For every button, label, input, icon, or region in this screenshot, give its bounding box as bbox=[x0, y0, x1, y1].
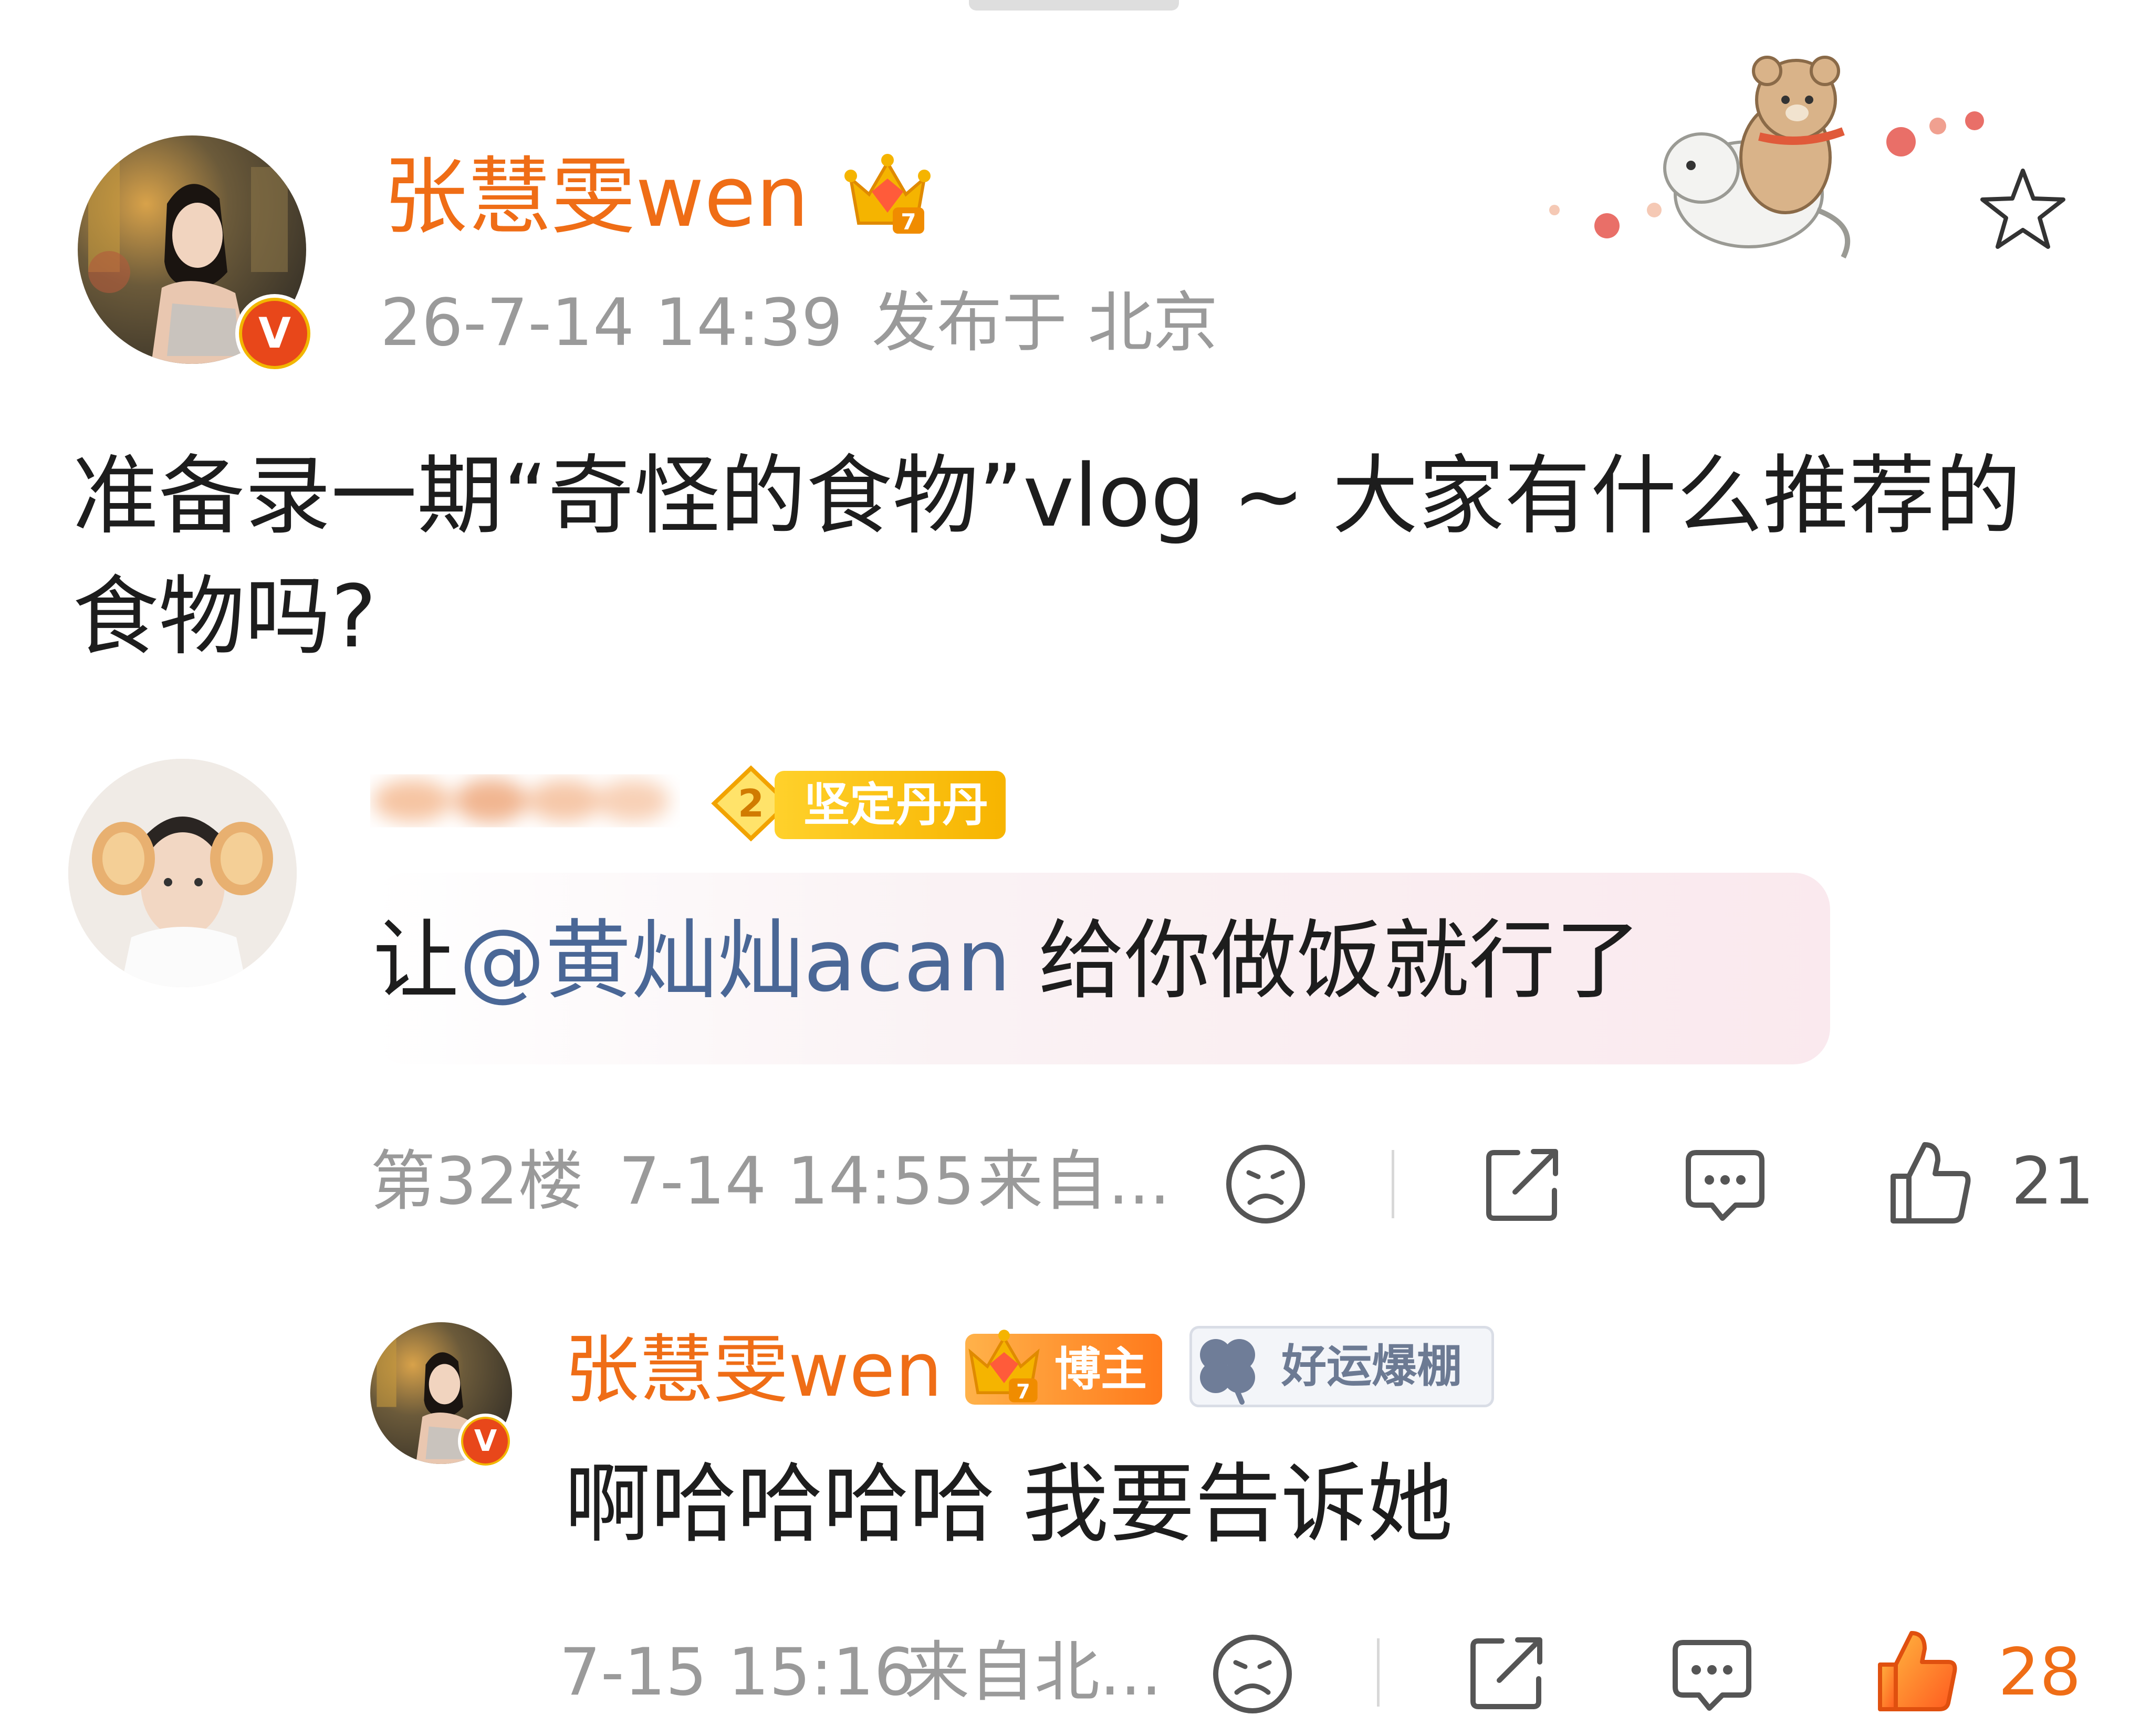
reply-author-name[interactable]: 张慧雯wen bbox=[565, 1326, 943, 1415]
fan-group-tag[interactable]: 坚定丹丹 bbox=[775, 771, 1006, 839]
post-location: 发布于 北京 bbox=[872, 285, 1218, 361]
post-content-line2: 食物吗? bbox=[72, 567, 377, 667]
reply-text: 啊哈哈哈哈 我要告诉她 bbox=[565, 1454, 1454, 1554]
sheet-grab-handle[interactable] bbox=[969, 0, 1179, 11]
reply-source: 来自北... bbox=[904, 1635, 1162, 1710]
post-timestamp: 26-7-14 14:39 bbox=[380, 285, 843, 361]
reply-comment-icon[interactable] bbox=[1680, 1142, 1770, 1226]
comment-mention-link[interactable]: @黄灿灿acan bbox=[459, 911, 1011, 1011]
svg-text:2: 2 bbox=[738, 781, 764, 825]
comment-floor: 第32楼 bbox=[370, 1144, 583, 1219]
comment-source: 来自... bbox=[978, 1144, 1171, 1219]
reply-meta-divider bbox=[1377, 1638, 1380, 1707]
reply-dislike-sad-face-icon[interactable] bbox=[1210, 1632, 1294, 1716]
reply-reply-comment-icon[interactable] bbox=[1667, 1632, 1757, 1716]
fan-group-tag-label: 坚定丹丹 bbox=[803, 778, 989, 832]
post-author-name[interactable]: 张慧雯wen bbox=[383, 150, 809, 244]
commenter-avatar[interactable] bbox=[68, 759, 297, 987]
blogger-tag-label: 博主 bbox=[1054, 1342, 1147, 1396]
comment-time: 7-14 14:55 bbox=[619, 1144, 975, 1219]
post-content-line1: 准备录一期“奇怪的食物”vlog ~ 大家有什么推荐的 bbox=[72, 446, 2021, 546]
meta-divider bbox=[1392, 1150, 1394, 1218]
reply-verified-v-badge: V bbox=[458, 1414, 513, 1469]
commenter-name-blurred[interactable] bbox=[370, 767, 680, 835]
comment-like-count: 21 bbox=[2011, 1144, 2094, 1219]
verified-v-badge: V bbox=[235, 294, 314, 373]
reply-liked-thumb-icon[interactable] bbox=[1872, 1625, 1961, 1714]
luck-tag-label: 好运爆棚 bbox=[1281, 1340, 1462, 1393]
comment-text-prefix: 让 bbox=[373, 911, 460, 1011]
reply-time: 7-15 15:16 bbox=[559, 1635, 916, 1710]
clover-icon bbox=[1189, 1331, 1266, 1405]
comment-text: 让@黄灿灿acan 给你做饭就行了 bbox=[373, 908, 1641, 1013]
bear-on-pony-sticker-icon bbox=[1523, 53, 1996, 278]
reply-like-count: 28 bbox=[1998, 1635, 2081, 1710]
like-thumb-icon[interactable] bbox=[1885, 1137, 1975, 1226]
share-icon[interactable] bbox=[1481, 1142, 1565, 1226]
crown-level-icon: 7 bbox=[843, 150, 932, 236]
dislike-sad-face-icon[interactable] bbox=[1224, 1142, 1308, 1226]
svg-text:7: 7 bbox=[1016, 1381, 1030, 1404]
favorite-star-icon[interactable] bbox=[1976, 163, 2070, 257]
reply-share-icon[interactable] bbox=[1465, 1630, 1549, 1714]
svg-text:7: 7 bbox=[901, 209, 916, 235]
comment-text-suffix: 给你做饭就行了 bbox=[1011, 911, 1642, 1011]
reply-crown-level-icon: 7 bbox=[962, 1326, 1046, 1405]
